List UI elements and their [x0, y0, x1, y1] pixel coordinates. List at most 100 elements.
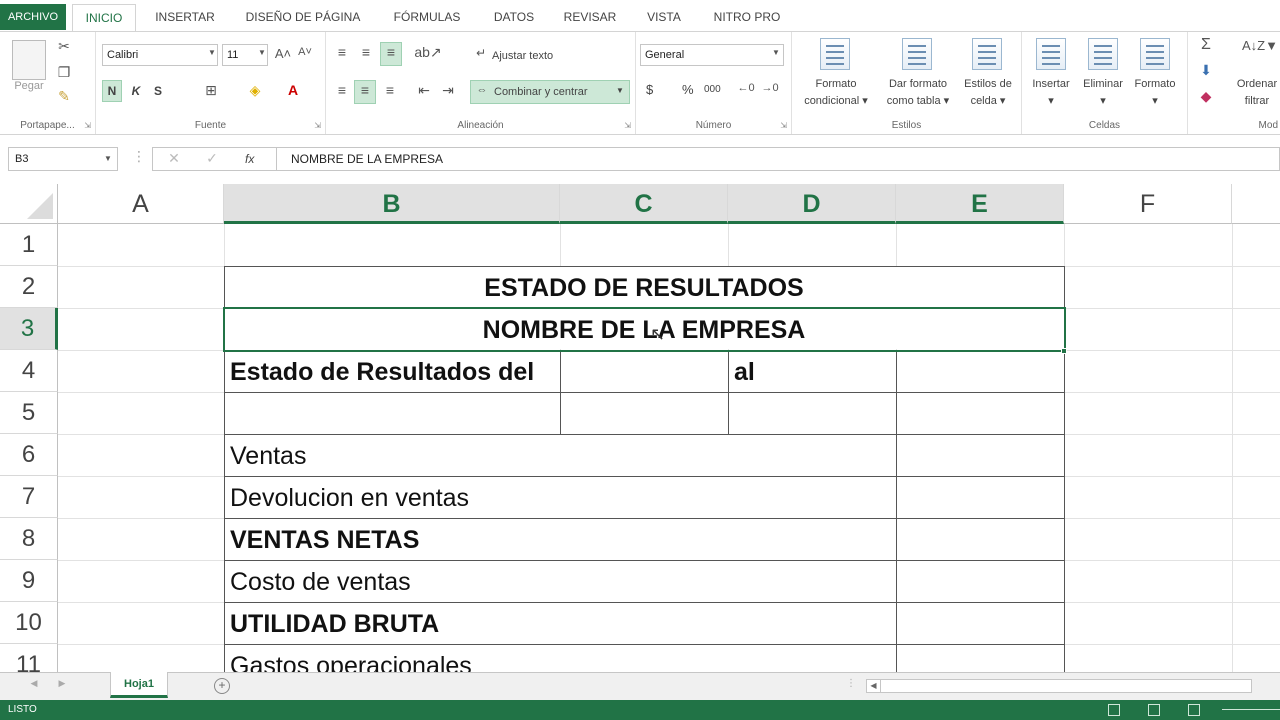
- row-header-2[interactable]: 2: [0, 266, 58, 308]
- fill-color-icon[interactable]: ◈: [244, 82, 266, 99]
- align-top-icon[interactable]: ≡: [332, 44, 352, 60]
- format-as-table-icon[interactable]: [902, 38, 932, 70]
- cell-b9[interactable]: Costo de ventas: [230, 561, 894, 603]
- row-header-5[interactable]: 5: [0, 392, 58, 434]
- decrease-decimal-icon[interactable]: →0: [760, 82, 780, 94]
- format-cells-button[interactable]: Formato ▾: [1128, 76, 1182, 110]
- italic-button[interactable]: K: [128, 84, 144, 98]
- cancel-icon[interactable]: ✕: [165, 150, 183, 167]
- paste-icon[interactable]: [12, 40, 46, 80]
- conditional-format-button[interactable]: Formato condicional ▾: [794, 76, 878, 110]
- delete-cells-button[interactable]: Eliminar ▾: [1076, 76, 1130, 110]
- increase-indent-icon[interactable]: ⇥: [438, 82, 458, 99]
- cell-b3-company[interactable]: NOMBRE DE LA EMPRESA: [224, 309, 1064, 351]
- align-center-icon[interactable]: ≡: [355, 82, 375, 98]
- decrease-font-icon[interactable]: A˅: [296, 46, 314, 58]
- format-cells-icon[interactable]: [1140, 38, 1170, 70]
- tab-formulas[interactable]: FÓRMULAS: [380, 4, 474, 30]
- sheet-tab-hoja1[interactable]: Hoja1: [110, 672, 168, 698]
- add-sheet-button[interactable]: +: [214, 678, 230, 694]
- underline-button[interactable]: S: [150, 84, 166, 98]
- increase-decimal-icon[interactable]: ←0: [736, 82, 756, 94]
- clipboard-launcher-icon[interactable]: ⇲: [84, 121, 91, 130]
- tab-archivo[interactable]: ARCHIVO: [0, 4, 66, 30]
- borders-icon[interactable]: ⊞: [200, 82, 222, 99]
- row-header-3[interactable]: 3: [0, 308, 58, 350]
- cell-b2-title[interactable]: ESTADO DE RESULTADOS: [224, 267, 1064, 309]
- copy-icon[interactable]: ❐: [54, 64, 74, 81]
- row-header-8[interactable]: 8: [0, 518, 58, 560]
- column-header-c[interactable]: C: [560, 184, 728, 224]
- fill-icon[interactable]: ⬇: [1196, 62, 1216, 79]
- increase-font-icon[interactable]: A˄: [274, 46, 292, 61]
- formula-input[interactable]: NOMBRE DE LA EMPRESA: [276, 147, 1280, 171]
- column-header-d[interactable]: D: [728, 184, 896, 224]
- scroll-right-icon[interactable]: ▶: [56, 678, 68, 689]
- autosum-icon[interactable]: Σ: [1196, 36, 1216, 54]
- sheet-splitter-icon[interactable]: ⋮: [846, 678, 856, 689]
- cut-icon[interactable]: ✂: [54, 38, 74, 55]
- clear-icon[interactable]: ◆: [1196, 88, 1216, 105]
- wrap-text-icon[interactable]: ↵: [472, 46, 490, 60]
- font-name-select[interactable]: Calibri: [102, 44, 218, 66]
- align-left-icon[interactable]: ≡: [332, 82, 352, 98]
- number-format-select[interactable]: General: [640, 44, 784, 66]
- wrap-text-button[interactable]: Ajustar texto: [492, 50, 553, 62]
- decrease-indent-icon[interactable]: ⇤: [414, 82, 434, 99]
- sort-filter-button[interactable]: Ordenar filtrar: [1232, 76, 1280, 110]
- currency-button[interactable]: $: [646, 82, 653, 97]
- cell-d4[interactable]: al: [734, 351, 894, 393]
- alignment-launcher-icon[interactable]: ⇲: [624, 121, 631, 130]
- format-as-table-button[interactable]: Dar formato como tabla ▾: [876, 76, 960, 110]
- cell-b7[interactable]: Devolucion en ventas: [230, 477, 894, 519]
- tab-diseno-pagina[interactable]: DISEÑO DE PÁGINA: [234, 4, 372, 30]
- tab-revisar[interactable]: REVISAR: [554, 4, 626, 30]
- row-header-7[interactable]: 7: [0, 476, 58, 518]
- cell-b10[interactable]: UTILIDAD BRUTA: [230, 603, 894, 645]
- row-header-9[interactable]: 9: [0, 560, 58, 602]
- column-header-e[interactable]: E: [896, 184, 1064, 224]
- enter-icon[interactable]: ✓: [203, 150, 221, 167]
- tab-datos[interactable]: DATOS: [482, 4, 546, 30]
- cell-b4[interactable]: Estado de Resultados del: [230, 351, 558, 393]
- insert-cells-icon[interactable]: [1036, 38, 1066, 70]
- page-layout-view-icon[interactable]: [1148, 704, 1160, 716]
- conditional-format-icon[interactable]: [820, 38, 850, 70]
- column-header-f[interactable]: F: [1064, 184, 1232, 224]
- tab-vista[interactable]: VISTA: [634, 4, 694, 30]
- insert-cells-button[interactable]: Insertar ▾: [1024, 76, 1078, 110]
- insert-function-button[interactable]: fx: [245, 152, 254, 166]
- name-box-chevron-down-icon[interactable]: ▼: [104, 154, 112, 163]
- thousands-button[interactable]: 000: [704, 84, 721, 95]
- page-break-view-icon[interactable]: [1188, 704, 1200, 716]
- normal-view-icon[interactable]: [1108, 704, 1120, 716]
- font-color-icon[interactable]: A: [282, 82, 304, 98]
- cell-b8[interactable]: VENTAS NETAS: [230, 519, 894, 561]
- tab-nitro-pro[interactable]: NITRO PRO: [702, 4, 792, 30]
- percent-button[interactable]: %: [682, 82, 694, 97]
- column-header-g[interactable]: [1232, 184, 1280, 224]
- align-middle-icon[interactable]: ≡: [356, 44, 376, 60]
- align-bottom-icon[interactable]: ≡: [381, 44, 401, 60]
- select-all-button[interactable]: [0, 184, 58, 224]
- scrollbar-left-arrow-icon[interactable]: ◀: [867, 680, 881, 692]
- column-header-b[interactable]: B: [224, 184, 560, 224]
- delete-cells-icon[interactable]: [1088, 38, 1118, 70]
- zoom-slider[interactable]: [1222, 709, 1280, 710]
- merge-center-chevron-down-icon[interactable]: ▼: [616, 86, 624, 95]
- bold-button[interactable]: N: [102, 84, 122, 98]
- tab-insertar[interactable]: INSERTAR: [144, 4, 226, 30]
- align-right-icon[interactable]: ≡: [380, 82, 400, 98]
- font-launcher-icon[interactable]: ⇲: [314, 121, 321, 130]
- row-header-4[interactable]: 4: [0, 350, 58, 392]
- name-box[interactable]: B3: [8, 147, 118, 171]
- format-painter-icon[interactable]: ✎: [54, 88, 74, 105]
- horizontal-scrollbar[interactable]: ◀: [866, 679, 1252, 693]
- cell-b6[interactable]: Ventas: [230, 435, 894, 477]
- row-header-6[interactable]: 6: [0, 434, 58, 476]
- number-launcher-icon[interactable]: ⇲: [780, 121, 787, 130]
- scroll-left-icon[interactable]: ◀: [28, 678, 40, 689]
- sort-filter-icon[interactable]: A↓Z▼: [1242, 38, 1278, 53]
- tab-inicio[interactable]: INICIO: [72, 4, 136, 32]
- column-header-a[interactable]: A: [58, 184, 224, 224]
